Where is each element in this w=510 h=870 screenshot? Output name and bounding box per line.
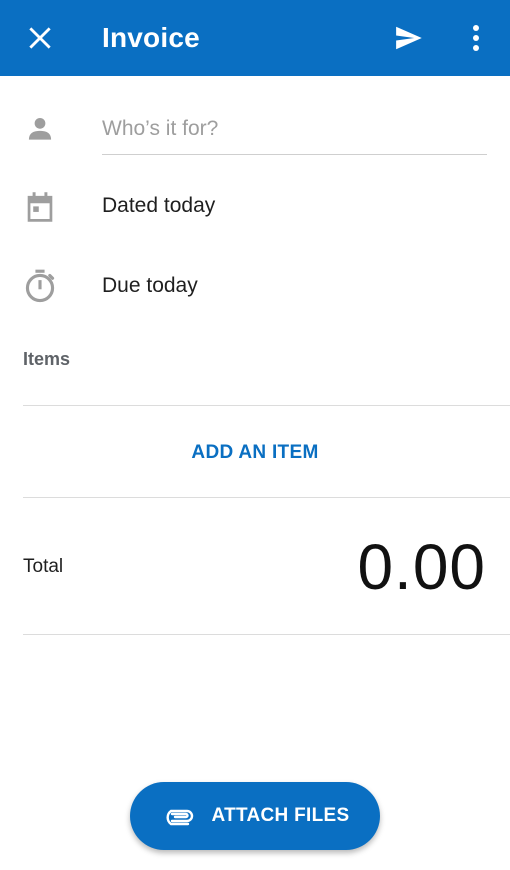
close-button[interactable]: [14, 0, 66, 76]
recipient-input[interactable]: [102, 104, 487, 155]
divider: [23, 497, 510, 498]
send-icon: [396, 26, 422, 50]
attach-files-label: ATTACH FILES: [211, 805, 350, 826]
divider: [23, 634, 510, 635]
more-vertical-icon: [473, 25, 479, 51]
calendar-icon: [22, 189, 58, 225]
page-title: Invoice: [102, 22, 200, 53]
items-section-label: Items: [23, 349, 71, 369]
date-field[interactable]: Dated today: [102, 194, 215, 218]
divider: [23, 405, 510, 406]
invoice-screen: Invoice Dated today: [0, 0, 510, 870]
timer-icon: [22, 268, 58, 304]
more-options-button[interactable]: [456, 0, 496, 76]
total-amount: 0.00: [357, 531, 486, 603]
send-button[interactable]: [384, 0, 432, 76]
paperclip-icon: [161, 804, 197, 828]
total-label: Total: [23, 556, 64, 577]
close-icon: [29, 27, 51, 49]
app-toolbar: Invoice: [0, 0, 510, 76]
add-item-button[interactable]: ADD AN ITEM: [0, 428, 510, 478]
person-icon: [22, 110, 58, 146]
attach-files-button[interactable]: ATTACH FILES: [130, 782, 380, 850]
due-date-field[interactable]: Due today: [102, 274, 198, 298]
